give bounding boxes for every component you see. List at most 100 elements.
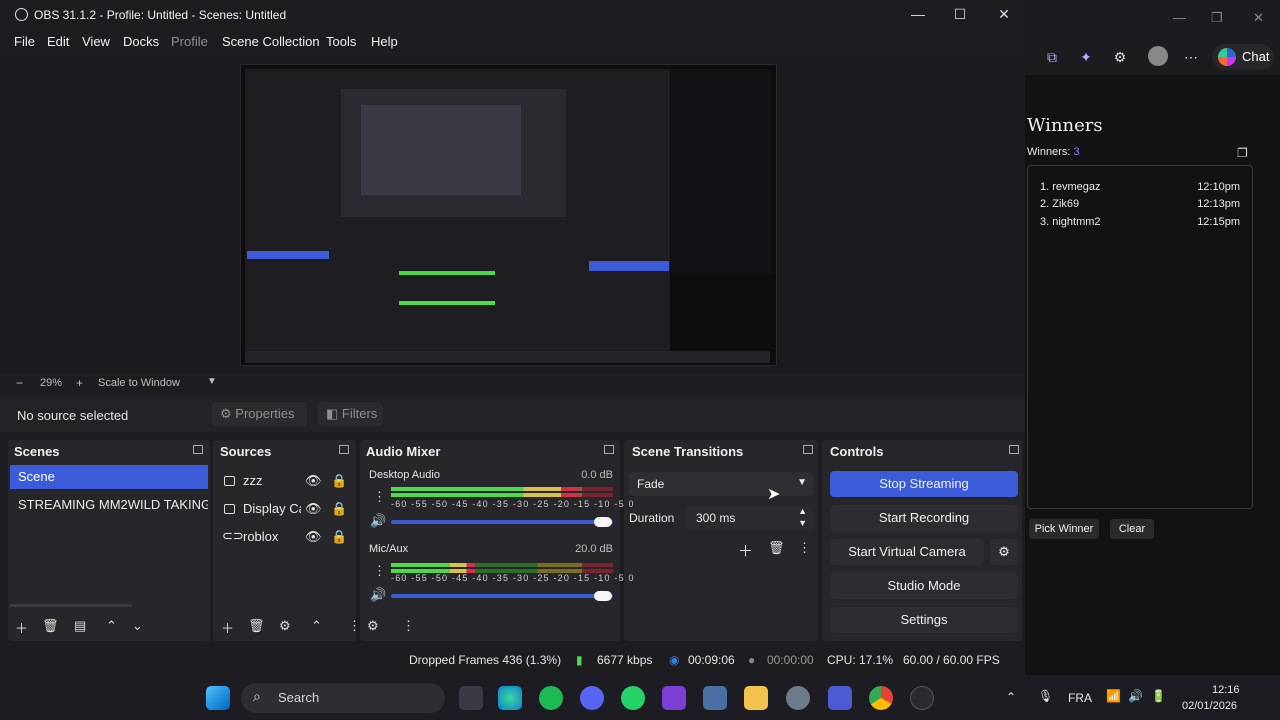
tray-chevron-up-icon[interactable]: ⌃ bbox=[1006, 690, 1016, 704]
zoom-in-button[interactable]: + bbox=[76, 376, 83, 390]
remove-source-button[interactable]: 🗑 bbox=[248, 618, 265, 634]
clipchamp-icon[interactable] bbox=[662, 686, 686, 710]
add-scene-button[interactable]: ＋ bbox=[15, 618, 28, 637]
program-preview[interactable] bbox=[240, 64, 777, 366]
clear-button[interactable]: Clear bbox=[1110, 519, 1154, 539]
properties-button[interactable]: ⚙ Properties bbox=[212, 402, 307, 426]
close-button[interactable]: ✕ bbox=[994, 6, 1014, 23]
start-recording-button[interactable]: Start Recording bbox=[830, 505, 1018, 531]
source-menu-icon[interactable]: ⋮ bbox=[348, 618, 361, 634]
browser-minimize-icon[interactable]: — bbox=[1173, 10, 1186, 25]
minimize-button[interactable]: — bbox=[908, 6, 928, 22]
app-icon-2[interactable] bbox=[828, 686, 852, 710]
start-virtual-camera-button[interactable]: Start Virtual Camera bbox=[830, 539, 984, 565]
chrome-icon[interactable] bbox=[869, 686, 893, 710]
volume-slider[interactable] bbox=[391, 594, 613, 598]
file-explorer-icon[interactable] bbox=[744, 686, 768, 710]
undock-icon[interactable] bbox=[604, 445, 614, 454]
source-item[interactable]: ⊂⊃ roblox 👁 🔒 bbox=[220, 527, 352, 551]
clock-time[interactable]: 12:16 bbox=[1212, 684, 1240, 696]
battery-icon[interactable]: 🔋 bbox=[1151, 689, 1166, 703]
windows-start-icon[interactable] bbox=[206, 686, 230, 710]
taskbar-search[interactable]: ⌕ Search bbox=[241, 683, 445, 713]
undock-icon[interactable] bbox=[803, 445, 813, 454]
profile-avatar-icon[interactable] bbox=[1148, 46, 1168, 66]
move-source-up-button[interactable]: ⌃ bbox=[311, 618, 322, 634]
extension-icon-2[interactable]: ✦ bbox=[1077, 48, 1095, 66]
whatsapp-icon[interactable] bbox=[621, 686, 645, 710]
wifi-icon[interactable]: 📶 bbox=[1106, 689, 1121, 703]
menu-help[interactable]: Help bbox=[371, 34, 398, 49]
copilot-chat-button[interactable]: Chat bbox=[1212, 44, 1274, 70]
virtual-camera-settings-button[interactable]: ⚙ bbox=[990, 539, 1018, 565]
studio-mode-button[interactable]: Studio Mode bbox=[830, 573, 1018, 599]
discord-icon[interactable] bbox=[580, 686, 604, 710]
transition-menu-icon[interactable]: ⋮ bbox=[798, 540, 811, 556]
move-scene-down-button[interactable]: ⌄ bbox=[132, 618, 143, 634]
browser-close-icon[interactable]: ✕ bbox=[1253, 10, 1264, 26]
scene-filters-button[interactable]: ▤ bbox=[74, 618, 86, 634]
volume-slider-handle[interactable] bbox=[594, 517, 612, 527]
speaker-icon[interactable]: 🔊 bbox=[370, 587, 386, 603]
source-properties-button[interactable]: ⚙ bbox=[279, 618, 291, 634]
clock-date[interactable]: 02/01/2026 bbox=[1182, 700, 1237, 712]
browser-menu-icon[interactable]: ⋯ bbox=[1182, 48, 1200, 66]
chevron-down-icon[interactable]: ▼ bbox=[207, 376, 217, 387]
step-up-icon[interactable]: ▲ bbox=[798, 506, 807, 516]
remove-scene-button[interactable]: 🗑 bbox=[42, 618, 59, 634]
language-indicator[interactable]: FRA bbox=[1068, 691, 1092, 705]
menu-profile[interactable]: Profile bbox=[171, 34, 208, 49]
add-transition-button[interactable]: ＋ bbox=[738, 540, 753, 561]
menu-file[interactable]: File bbox=[14, 34, 35, 49]
extensions-puzzle-icon[interactable]: ⚙ bbox=[1111, 48, 1129, 66]
mixer-menu-icon[interactable]: ⋮ bbox=[402, 618, 415, 634]
app-icon[interactable] bbox=[703, 686, 727, 710]
filters-button[interactable]: ◧ Filters bbox=[318, 402, 383, 426]
visibility-eye-icon[interactable]: 👁 bbox=[305, 529, 322, 545]
scene-item[interactable]: Scene bbox=[10, 465, 208, 489]
task-view-icon[interactable] bbox=[459, 686, 483, 710]
scenes-scrollbar[interactable] bbox=[10, 604, 132, 607]
scene-item[interactable]: STREAMING MM2WILD TAKING CA bbox=[10, 493, 208, 517]
spotify-icon[interactable] bbox=[539, 686, 563, 710]
source-item[interactable]: Display Ca 👁 🔒 bbox=[220, 499, 352, 523]
zoom-out-button[interactable]: − bbox=[16, 376, 23, 390]
browser-maximize-icon[interactable]: ❐ bbox=[1211, 10, 1223, 26]
extension-icon[interactable]: ⧉ bbox=[1043, 48, 1061, 66]
settings-app-icon[interactable] bbox=[786, 686, 810, 710]
undock-icon[interactable] bbox=[193, 445, 203, 454]
duration-spinbox[interactable]: 300 ms ▲ ▼ bbox=[686, 506, 813, 530]
edge-icon[interactable] bbox=[498, 686, 522, 710]
microphone-icon[interactable]: 🎙 bbox=[1038, 689, 1053, 703]
pick-winner-button[interactable]: Pick Winner bbox=[1029, 519, 1099, 539]
move-scene-up-button[interactable]: ⌃ bbox=[106, 618, 117, 634]
lock-icon[interactable]: 🔒 bbox=[331, 501, 347, 517]
lock-icon[interactable]: 🔒 bbox=[331, 473, 347, 489]
menu-scene-collection[interactable]: Scene Collection bbox=[222, 34, 320, 49]
scale-mode[interactable]: Scale to Window bbox=[98, 377, 180, 389]
volume-slider-handle[interactable] bbox=[594, 591, 612, 601]
lock-icon[interactable]: 🔒 bbox=[331, 529, 347, 545]
step-down-icon[interactable]: ▼ bbox=[798, 518, 807, 528]
source-item[interactable]: zzz 👁 🔒 bbox=[220, 471, 352, 495]
copy-icon[interactable]: ❐ bbox=[1237, 146, 1248, 160]
remove-transition-button[interactable]: 🗑 bbox=[768, 540, 785, 556]
menu-view[interactable]: View bbox=[82, 34, 110, 49]
speaker-icon[interactable]: 🔊 bbox=[370, 513, 386, 529]
visibility-eye-icon[interactable]: 👁 bbox=[305, 473, 322, 489]
menu-tools[interactable]: Tools bbox=[326, 34, 356, 49]
undock-icon[interactable] bbox=[1009, 445, 1019, 454]
menu-edit[interactable]: Edit bbox=[47, 34, 69, 49]
stop-streaming-button[interactable]: Stop Streaming bbox=[830, 471, 1018, 497]
obs-taskbar-icon[interactable] bbox=[910, 686, 934, 710]
volume-slider[interactable] bbox=[391, 520, 613, 524]
channel-menu-icon[interactable]: ⋮ bbox=[373, 489, 386, 505]
settings-button[interactable]: Settings bbox=[830, 607, 1018, 633]
add-source-button[interactable]: ＋ bbox=[221, 618, 234, 637]
channel-menu-icon[interactable]: ⋮ bbox=[373, 563, 386, 579]
transition-select[interactable]: Fade ▼ bbox=[629, 472, 813, 496]
menu-docks[interactable]: Docks bbox=[123, 34, 159, 49]
maximize-button[interactable]: ☐ bbox=[950, 6, 970, 23]
advanced-audio-icon[interactable]: ⚙ bbox=[367, 618, 379, 634]
volume-icon[interactable]: 🔊 bbox=[1128, 689, 1143, 703]
